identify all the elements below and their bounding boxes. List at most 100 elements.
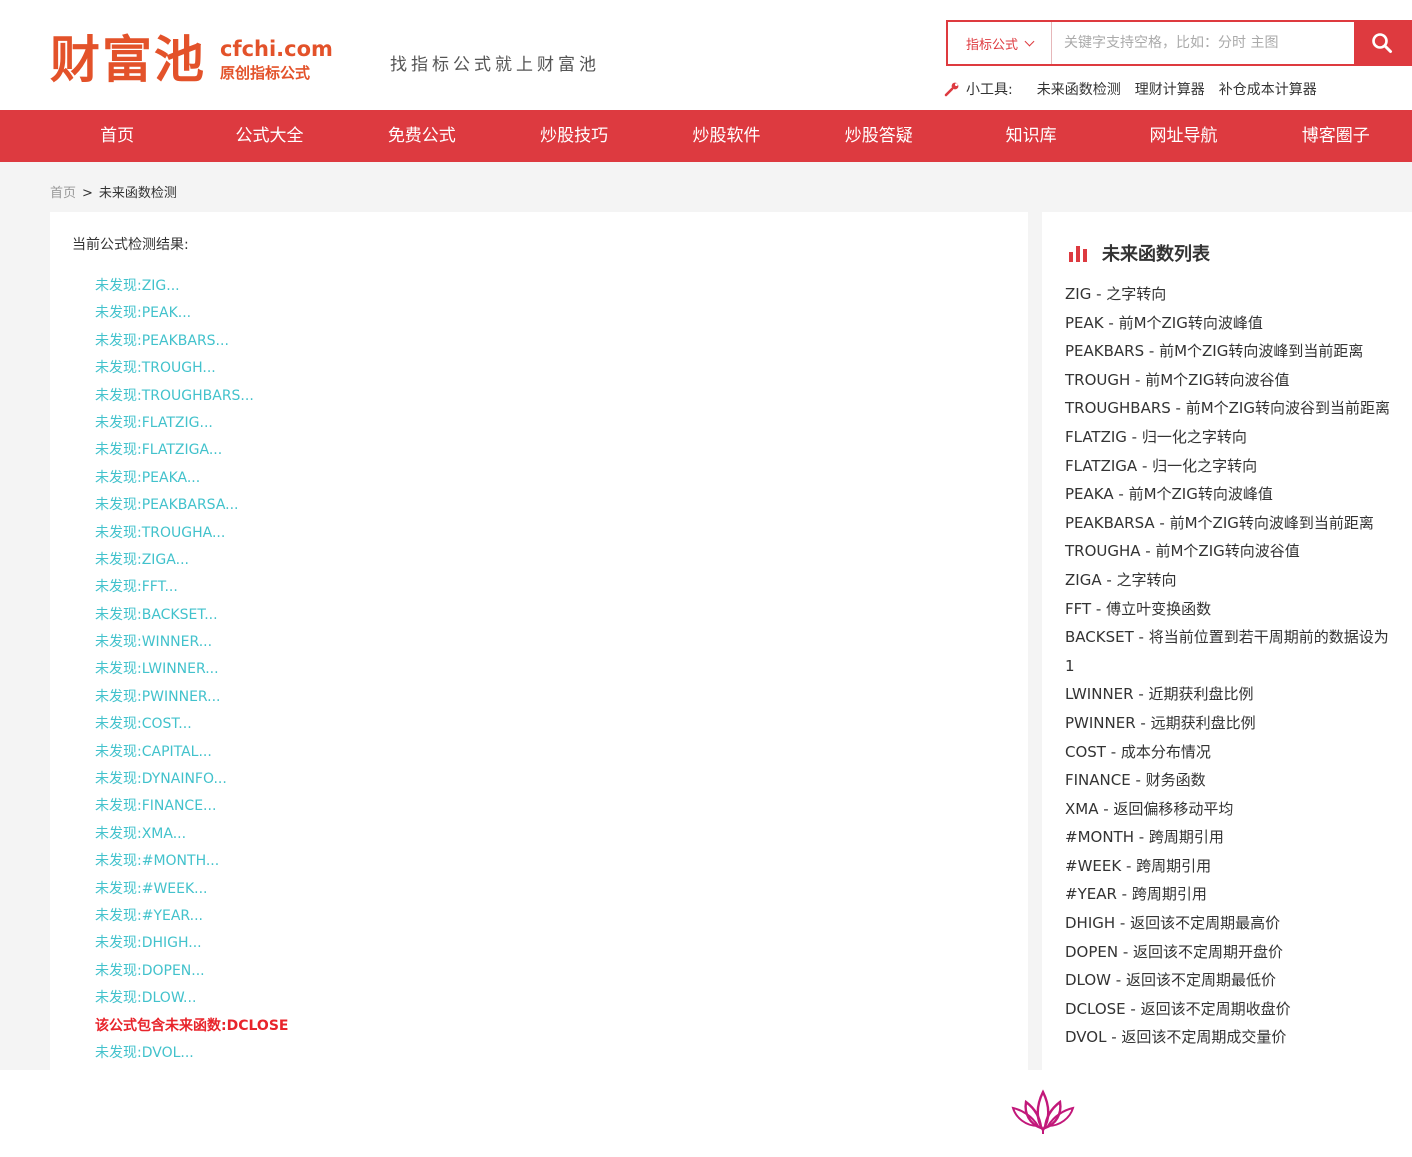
result-item[interactable]: 未发现:FLATZIG... — [95, 410, 288, 437]
search-input[interactable] — [1052, 22, 1354, 64]
sidebar-list-item: DCLOSE - 返回该不定周期收盘价 — [1065, 999, 1291, 1018]
sidebar-list-item: BACKSET - 将当前位置到若干周期前的数据设为1 — [1065, 628, 1389, 675]
result-item[interactable]: 未发现:TROUGHA... — [95, 520, 288, 547]
sidebar-list-item: PEAK - 前M个ZIG转向波峰值 — [1065, 313, 1263, 332]
sidebar-list-item: DVOL - 返回该不定周期成交量价 — [1065, 1028, 1287, 1047]
nav-item-formulas[interactable]: 公式大全 — [193, 110, 345, 162]
sidebar-list-item: FFT - 傅立叶变换函数 — [1065, 599, 1212, 618]
sidebar-list-item: FLATZIGA - 归一化之字转向 — [1065, 456, 1258, 475]
future-functions-sidebar: 未来函数列表 ZIG - 之字转向 PEAK - 前M个ZIG转向波峰值 PEAKB… — [1042, 212, 1412, 1070]
sidebar-list-item: XMA - 返回偏移移动平均 — [1065, 799, 1234, 818]
result-item[interactable]: 未发现:#WEEK... — [95, 876, 288, 903]
chevron-down-icon — [1024, 36, 1035, 46]
sidebar-title-text: 未来函数列表 — [1102, 244, 1210, 265]
results-title: 当前公式检测结果: — [72, 237, 189, 253]
sidebar-list-item: LWINNER - 近期获利盘比例 — [1065, 685, 1254, 704]
search-category-label: 指标公式 — [965, 37, 1018, 53]
nav-item-directory[interactable]: 网址导航 — [1107, 110, 1259, 162]
result-item[interactable]: 未发现:DVOL... — [95, 1040, 288, 1067]
sidebar-list-item: COST - 成本分布情况 — [1065, 742, 1211, 761]
result-item[interactable]: 未发现:FLATZIGA... — [95, 437, 288, 464]
logo-subtitle: 原创指标公式 — [220, 64, 311, 82]
result-item[interactable]: 未发现:DLOW... — [95, 985, 288, 1012]
bar-chart-icon — [1068, 244, 1088, 262]
sidebar-list-item: ZIG - 之字转向 — [1065, 285, 1167, 303]
site-slogan: 找指标公式就上财富池 — [390, 55, 600, 75]
page-body: 首页 > 未来函数检测 当前公式检测结果: 未发现:ZIG... 未发现:PEAK..… — [0, 162, 1412, 1070]
nav-item-tips[interactable]: 炒股技巧 — [498, 110, 650, 162]
results-list: 未发现:ZIG... 未发现:PEAK... 未发现:PEAKBARS... 未发现:… — [95, 273, 288, 1067]
result-item[interactable]: 未发现:PWINNER... — [95, 684, 288, 711]
logo-side: cfchi.com 原创指标公式 — [220, 37, 333, 83]
check-results-panel: 当前公式检测结果: 未发现:ZIG... 未发现:PEAK... 未发现:PEAKB… — [50, 212, 1028, 1070]
sidebar-list-item: #YEAR - 跨周期引用 — [1065, 885, 1207, 904]
breadcrumb: 首页 > 未来函数检测 — [50, 182, 177, 201]
result-item[interactable]: 未发现:#MONTH... — [95, 848, 288, 875]
sidebar-list-item: TROUGH - 前M个ZIG转向波谷值 — [1065, 370, 1290, 389]
result-item[interactable]: 未发现:DHIGH... — [95, 930, 288, 957]
tool-link-finance-calculator[interactable]: 理财计算器 — [1135, 79, 1205, 99]
sidebar-list-item: ZIGA - 之字转向 — [1065, 570, 1177, 589]
sidebar-list-item: PEAKA - 前M个ZIG转向波峰值 — [1065, 485, 1273, 504]
result-item[interactable]: 未发现:FINANCE... — [95, 793, 288, 820]
sidebar-list-item: PEAKBARSA - 前M个ZIG转向波峰到当前距离 — [1065, 513, 1374, 532]
sidebar-list-item: PWINNER - 远期获利盘比例 — [1065, 713, 1256, 732]
result-item[interactable]: 未发现:ZIG... — [95, 273, 288, 300]
tool-link-future-function-check[interactable]: 未来函数检测 — [1037, 79, 1121, 99]
result-item[interactable]: 未发现:COST... — [95, 711, 288, 738]
sidebar-list-item: DHIGH - 返回该不定周期最高价 — [1065, 914, 1281, 933]
result-item[interactable]: 未发现:FFT... — [95, 574, 288, 601]
tools-bar: 小工具: 未来函数检测 理财计算器 补仓成本计算器 — [944, 79, 1331, 99]
search-bar: 指标公式 — [946, 20, 1412, 66]
result-item[interactable]: 未发现:DYNAINFO... — [95, 766, 288, 793]
search-button[interactable] — [1354, 22, 1410, 64]
result-item[interactable]: 未发现:#YEAR... — [95, 903, 288, 930]
sidebar-list-item: DOPEN - 返回该不定周期开盘价 — [1065, 942, 1284, 961]
tool-link-cost-calculator[interactable]: 补仓成本计算器 — [1219, 79, 1317, 99]
tools-label: 小工具: — [966, 82, 1013, 98]
result-item[interactable]: 未发现:PEAK... — [95, 300, 288, 327]
footer-area — [0, 1070, 1412, 1157]
site-logo[interactable]: 财富池 cfchi.com 原创指标公式 — [50, 30, 333, 90]
wrench-icon — [944, 82, 959, 97]
sidebar-list-item: DLOW - 返回该不定周期最低价 — [1065, 971, 1276, 990]
sidebar-title: 未来函数列表 — [1068, 240, 1210, 266]
breadcrumb-home[interactable]: 首页 — [50, 186, 76, 201]
lotus-watermark-icon — [1011, 1089, 1075, 1134]
result-item[interactable]: 未发现:XMA... — [95, 821, 288, 848]
sidebar-list-item: #MONTH - 跨周期引用 — [1065, 828, 1224, 847]
breadcrumb-separator: > — [82, 186, 93, 201]
result-item[interactable]: 未发现:PEAKBARS... — [95, 328, 288, 355]
result-item[interactable]: 未发现:DOPEN... — [95, 958, 288, 985]
sidebar-list-item: PEAKBARS - 前M个ZIG转向波峰到当前距离 — [1065, 342, 1364, 361]
breadcrumb-current: 未来函数检测 — [98, 186, 177, 201]
nav-item-free-formulas[interactable]: 免费公式 — [346, 110, 498, 162]
sidebar-list-item: FINANCE - 财务函数 — [1065, 771, 1206, 790]
result-item[interactable]: 未发现:BACKSET... — [95, 602, 288, 629]
nav-item-knowledge[interactable]: 知识库 — [955, 110, 1107, 162]
sidebar-list-item: TROUGHA - 前M个ZIG转向波谷值 — [1065, 542, 1300, 561]
search-icon — [1372, 33, 1392, 53]
result-item[interactable]: 未发现:LWINNER... — [95, 656, 288, 683]
site-header: 财富池 cfchi.com 原创指标公式 找指标公式就上财富池 指标公式 小工具… — [0, 0, 1412, 110]
result-item[interactable]: 未发现:TROUGH... — [95, 355, 288, 382]
nav-item-qa[interactable]: 炒股答疑 — [803, 110, 955, 162]
search-category-select[interactable]: 指标公式 — [948, 22, 1052, 64]
logo-text: 财富池 — [50, 30, 206, 89]
nav-item-home[interactable]: 首页 — [41, 110, 193, 162]
nav-item-blog[interactable]: 博客圈子 — [1260, 110, 1412, 162]
result-item[interactable]: 未发现:ZIGA... — [95, 547, 288, 574]
sidebar-list-item: TROUGHBARS - 前M个ZIG转向波谷到当前距离 — [1065, 399, 1390, 418]
sidebar-list-item: FLATZIG - 归一化之字转向 — [1065, 427, 1247, 446]
result-item[interactable]: 未发现:WINNER... — [95, 629, 288, 656]
nav-item-software[interactable]: 炒股软件 — [650, 110, 802, 162]
result-item-hit[interactable]: 该公式包含未来函数:DCLOSE — [95, 1013, 288, 1040]
result-item[interactable]: 未发现:PEAKA... — [95, 465, 288, 492]
sidebar-list-item: #WEEK - 跨周期引用 — [1065, 856, 1212, 875]
result-item[interactable]: 未发现:TROUGHBARS... — [95, 383, 288, 410]
result-item[interactable]: 未发现:CAPITAL... — [95, 739, 288, 766]
result-item[interactable]: 未发现:PEAKBARSA... — [95, 492, 288, 519]
logo-domain: cfchi.com — [220, 37, 333, 61]
sidebar-list: ZIG - 之字转向 PEAK - 前M个ZIG转向波峰值 PEAKBARS - 前… — [1065, 280, 1395, 1052]
main-nav: 首页 公式大全 免费公式 炒股技巧 炒股软件 炒股答疑 知识库 网址导航 博客圈… — [0, 110, 1412, 162]
